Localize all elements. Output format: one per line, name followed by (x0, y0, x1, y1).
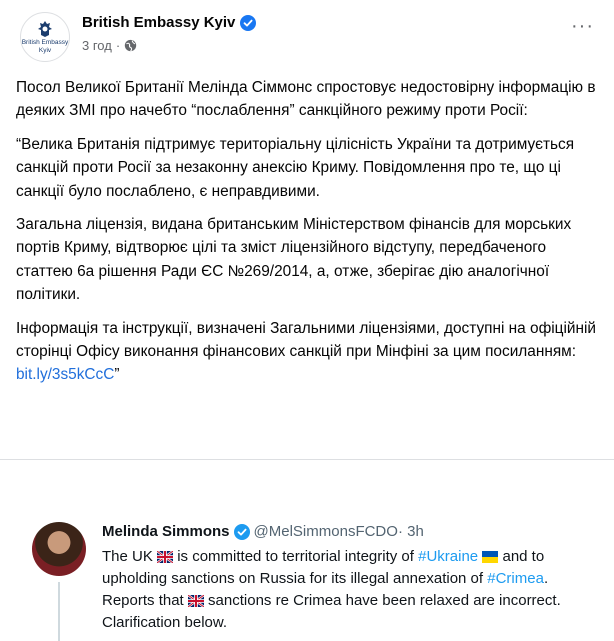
tweet-text-part: is committed to territorial integrity of (173, 548, 419, 565)
tweet-avatar (32, 522, 86, 576)
post-paragraph-text: Інформація та інструкції, визначені Зага… (16, 319, 597, 361)
uk-flag-icon (157, 551, 174, 563)
verified-badge-icon (240, 14, 257, 31)
page-avatar[interactable]: British Embassy Kyiv (20, 12, 70, 62)
royal-crest-icon (38, 21, 52, 37)
divider (0, 459, 614, 460)
tweet-text: The UK is committed to territorial integ… (102, 546, 602, 634)
post-paragraph: “Велика Британія підтримує територіальну… (16, 135, 575, 200)
uk-flag-icon (187, 595, 204, 607)
globe-icon[interactable] (124, 39, 137, 52)
avatar-text-line1: British Embassy (21, 39, 69, 46)
tweet-author-name: Melinda Simmons (102, 523, 230, 540)
tweet-time: · 3h (397, 523, 424, 540)
post-paragraph: Посол Великої Британії Мелінда Сіммонс с… (16, 79, 596, 120)
post-header: British Embassy Kyiv British Embassy Kyi… (16, 12, 598, 64)
tweet-handle: @MelSimmonsFCDO (253, 523, 398, 540)
post-paragraph-last: Інформація та інструкції, визначені Зага… (16, 317, 600, 387)
tweet-header: Melinda Simmons @MelSimmonsFCDO · 3h (102, 523, 424, 540)
tweet-text-part: The UK (102, 548, 158, 565)
post-meta: 3 год · (82, 38, 137, 53)
sanctions-link[interactable]: bit.ly/3s5kCcC (16, 366, 114, 383)
hashtag-crimea[interactable]: #Crimea (487, 570, 544, 587)
page-name-link[interactable]: British Embassy Kyiv (82, 14, 235, 31)
post-body: Посол Великої Британії Мелінда Сіммонс с… (16, 76, 600, 397)
more-options-icon[interactable]: ··· (571, 16, 594, 36)
meta-separator: · (115, 38, 121, 53)
avatar-text-line2: Kyiv (38, 47, 52, 54)
page-name-row: British Embassy Kyiv (82, 14, 257, 31)
hashtag-ukraine[interactable]: #Ukraine (418, 548, 478, 565)
post-paragraph: Загальна ліцензія, видана британським Мі… (16, 216, 572, 304)
post-timestamp[interactable]: 3 год (82, 38, 112, 53)
thread-line (58, 582, 60, 641)
embedded-tweet[interactable]: Melinda Simmons @MelSimmonsFCDO · 3h The… (32, 516, 594, 641)
closing-quote: ” (114, 366, 120, 384)
twitter-verified-icon (233, 523, 250, 540)
ukraine-flag-icon (482, 551, 499, 563)
